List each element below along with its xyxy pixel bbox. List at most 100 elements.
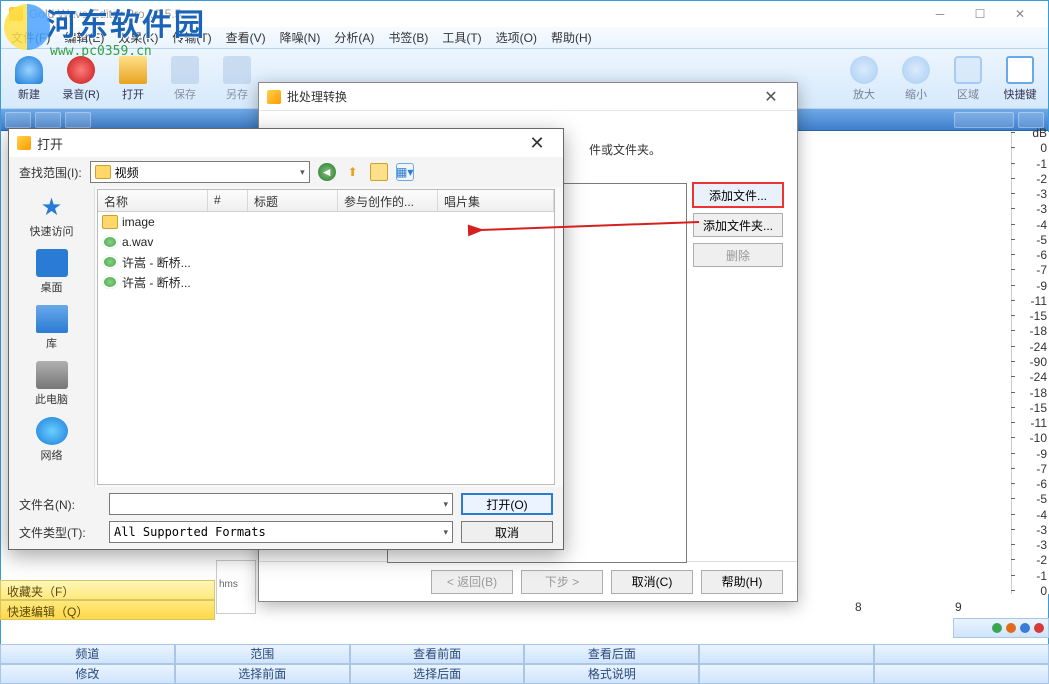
menu-analyze[interactable]: 分析(A) [328, 27, 380, 48]
tool-region[interactable]: 区域 [944, 52, 992, 106]
db-tick-label: -9 [1036, 447, 1047, 461]
cancel-button[interactable]: 取消(C) [611, 570, 693, 594]
sidebar-fav[interactable]: 收藏夹（F） [0, 580, 215, 600]
db-tick-label: -3 [1036, 523, 1047, 537]
db-tick-label: -11 [1031, 294, 1047, 308]
menu-bookmark[interactable]: 书签(B) [382, 27, 434, 48]
col-num[interactable]: # [208, 190, 248, 211]
sub-tool-1[interactable] [5, 112, 31, 128]
sub-tool-r1[interactable] [954, 112, 1014, 128]
tool-open[interactable]: 打开 [109, 52, 157, 106]
list-item[interactable]: a.wav [98, 232, 554, 252]
tool-saveas[interactable]: 另存 [213, 52, 261, 106]
list-item[interactable]: image [98, 212, 554, 232]
db-tick-label: -6 [1036, 248, 1047, 262]
db-tick-label: -7 [1036, 462, 1047, 476]
sub-tool-2[interactable] [35, 112, 61, 128]
db-tick-label: -6 [1036, 477, 1047, 491]
filetype-combo[interactable]: All Supported Formats ▾ [109, 521, 453, 543]
back-icon[interactable]: ◄ [318, 163, 336, 181]
col-album[interactable]: 唱片集 [438, 190, 554, 211]
help-button[interactable]: 帮助(H) [701, 570, 783, 594]
remove-button[interactable]: 删除 [693, 243, 783, 267]
db-tick-label: -18 [1030, 324, 1047, 338]
open-close-button[interactable]: ✕ [519, 133, 555, 154]
db-tick-label: 0 [1040, 584, 1047, 598]
new-folder-icon[interactable] [370, 163, 388, 181]
db-tick-label: -7 [1036, 263, 1047, 277]
tool-record[interactable]: 录音(R) [57, 52, 105, 106]
place-quick-access[interactable]: ★快速访问 [30, 193, 74, 239]
status-format[interactable]: 格式说明 [524, 664, 699, 684]
up-icon[interactable]: ⬆ [344, 163, 362, 181]
menu-tools[interactable]: 工具(T) [436, 27, 487, 48]
app-icon [9, 7, 23, 21]
lookin-combo[interactable]: 视频 ▾ [90, 161, 310, 183]
menu-options[interactable]: 选项(O) [490, 27, 543, 48]
minimize-button[interactable]: ─ [920, 2, 960, 26]
folder-icon [102, 215, 118, 229]
db-tick-label: -3 [1036, 187, 1047, 201]
status-sel-back[interactable]: 选择后面 [350, 664, 525, 684]
col-name[interactable]: 名称 [98, 190, 208, 211]
add-folder-button[interactable]: 添加文件夹... [693, 213, 783, 237]
menu-effects[interactable]: 效果(K) [112, 27, 164, 48]
tool-zoom-in[interactable]: 放大 [840, 52, 888, 106]
open-button[interactable]: 打开(O) [461, 493, 553, 515]
menubar: 文件(F) 编辑(E) 效果(K) 传输(T) 查看(V) 降噪(N) 分析(A… [1, 27, 1048, 49]
back-button[interactable]: < 返回(B) [431, 570, 513, 594]
status-sel-front[interactable]: 选择前面 [175, 664, 350, 684]
filename-input[interactable]: ▾ [109, 493, 453, 515]
db-tick-label: -18 [1030, 386, 1047, 400]
list-item[interactable]: 许嵩 - 断桥... [98, 272, 554, 292]
add-file-button[interactable]: 添加文件... [693, 183, 783, 207]
db-tick-label: -4 [1036, 218, 1047, 232]
marker-green-icon[interactable] [992, 623, 1002, 633]
db-ruler: dB0-1-2-3-3-4-5-6-7-9-11-15-18-24-90-24-… [1011, 132, 1049, 594]
menu-transfer[interactable]: 传输(T) [166, 27, 217, 48]
batch-dialog-title: 批处理转换 [287, 88, 753, 105]
tool-save[interactable]: 保存 [161, 52, 209, 106]
marker-red-icon[interactable] [1034, 623, 1044, 633]
marker-blue-icon[interactable] [1020, 623, 1030, 633]
titlebar: Gold Wave Editor Pro 10.5.5 ─ ☐ ✕ [1, 1, 1048, 27]
menu-edit[interactable]: 编辑(E) [58, 27, 110, 48]
view-mode-icon[interactable]: ▦▾ [396, 163, 414, 181]
chevron-down-icon: ▾ [300, 167, 305, 178]
status-modify[interactable]: 修改 [0, 664, 175, 684]
place-thispc[interactable]: 此电脑 [35, 361, 68, 407]
file-list[interactable]: 名称 # 标题 参与创作的... 唱片集 imagea.wav许嵩 - 断桥..… [97, 189, 555, 485]
col-title[interactable]: 标题 [248, 190, 338, 211]
place-libraries[interactable]: 库 [36, 305, 68, 351]
status-channel[interactable]: 频道 [0, 644, 175, 664]
menu-view[interactable]: 查看(V) [220, 27, 272, 48]
place-network[interactable]: 网络 [36, 417, 68, 463]
status-view-back[interactable]: 查看后面 [524, 644, 699, 664]
status-range[interactable]: 范围 [175, 644, 350, 664]
status-blank1 [699, 644, 874, 664]
tool-zoom-out[interactable]: 缩小 [892, 52, 940, 106]
menu-file[interactable]: 文件(F) [5, 27, 56, 48]
col-artist[interactable]: 参与创作的... [338, 190, 438, 211]
db-tick-label: -11 [1031, 416, 1047, 430]
filename-label: 文件名(N): [19, 496, 101, 513]
status-view-front[interactable]: 查看前面 [350, 644, 525, 664]
close-button[interactable]: ✕ [1000, 2, 1040, 26]
db-tick-label: -5 [1036, 492, 1047, 506]
db-tick-label: -9 [1036, 279, 1047, 293]
list-item[interactable]: 许嵩 - 断桥... [98, 252, 554, 272]
sidebar-quick[interactable]: 快速编辑（Q） [0, 600, 215, 620]
menu-help[interactable]: 帮助(H) [545, 27, 598, 48]
menu-noise[interactable]: 降噪(N) [274, 27, 327, 48]
marker-orange-icon[interactable] [1006, 623, 1016, 633]
place-desktop[interactable]: 桌面 [36, 249, 68, 295]
db-tick-label: dB [1032, 126, 1047, 140]
maximize-button[interactable]: ☐ [960, 2, 1000, 26]
sub-tool-3[interactable] [65, 112, 91, 128]
next-button[interactable]: 下步 > [521, 570, 603, 594]
batch-close-button[interactable]: ✕ [753, 87, 789, 107]
open-cancel-button[interactable]: 取消 [461, 521, 553, 543]
db-tick-label: -90 [1030, 355, 1047, 369]
tool-shortcut[interactable]: 快捷键 [996, 52, 1044, 106]
tool-new[interactable]: 新建 [5, 52, 53, 106]
